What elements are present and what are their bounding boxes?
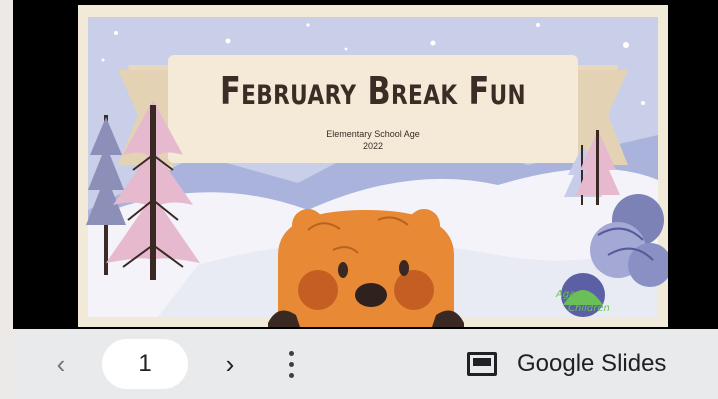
slide-title: February Break Fun	[219, 69, 527, 113]
next-slide-button[interactable]: ›	[215, 346, 245, 382]
slide: Agape Children February Break Fun Elemen…	[78, 5, 668, 327]
logo-text-2: Children	[568, 303, 610, 314]
google-slides-icon	[467, 352, 497, 376]
more-options-button[interactable]	[279, 341, 303, 387]
logo-text-1: Agape	[555, 289, 588, 300]
brand-label: Google Slides	[517, 350, 667, 377]
slide-viewport: Agape Children February Break Fun Elemen…	[13, 0, 718, 329]
chevron-left-icon: ‹	[56, 348, 66, 379]
beaver-illustration	[268, 209, 464, 327]
slide-illustration: Agape Children	[78, 5, 668, 327]
page-number-field[interactable]: 1	[102, 339, 188, 389]
slide-controls: ‹ 1 › Google Slides	[13, 329, 718, 399]
previous-slide-button[interactable]: ‹	[46, 346, 76, 382]
google-slides-link[interactable]: Google Slides	[467, 344, 666, 384]
more-vertical-icon	[288, 348, 294, 381]
slide-subtitle: Elementary School Age	[326, 129, 420, 139]
slide-year: 2022	[362, 141, 384, 151]
page-number: 1	[138, 350, 152, 377]
slide-player: Agape Children February Break Fun Elemen…	[13, 0, 718, 399]
chevron-right-icon: ›	[225, 348, 235, 379]
